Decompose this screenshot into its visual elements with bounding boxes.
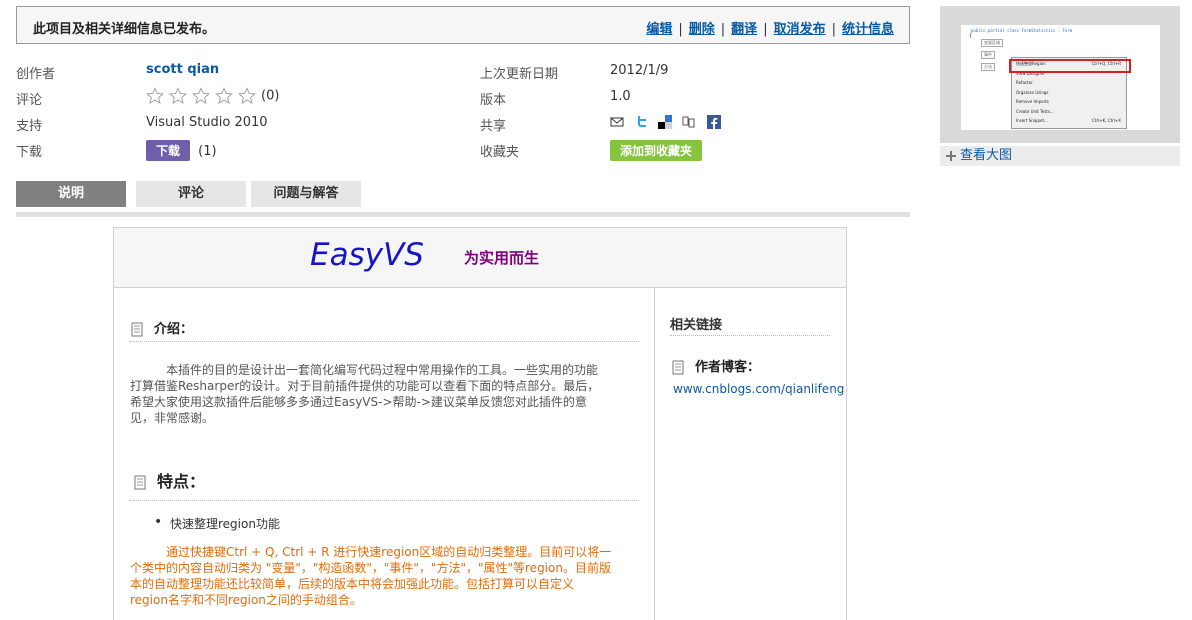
intro-title: 介绍：: [154, 322, 194, 337]
download-label: 下载: [16, 145, 43, 160]
page-icon: [672, 360, 684, 375]
download-count: (1): [198, 144, 217, 159]
description-header: EasyVS 为实用而生: [114, 228, 846, 288]
last-updated-value: 2012/1/9: [610, 63, 669, 78]
favorites-label: 收藏夹: [480, 145, 520, 160]
thumb-menu-item: Remove Imports: [1016, 99, 1123, 104]
star-group[interactable]: [146, 87, 261, 105]
brand-title: EasyVS: [310, 237, 424, 273]
thumbnail-image: public partial class FormStatistics : Fo…: [961, 25, 1160, 130]
star-icon[interactable]: [169, 87, 187, 105]
thumb-menu-label: Remove Imports: [1016, 99, 1049, 104]
thumb-brace: {: [969, 33, 973, 39]
facebook-icon[interactable]: [706, 114, 721, 129]
tab-description[interactable]: 说明: [16, 181, 126, 207]
tab-reviews[interactable]: 评论: [136, 181, 246, 207]
creator-label: 创作者: [16, 67, 56, 82]
version-value: 1.0: [610, 89, 631, 104]
thumb-menu-label: Insert Snippet...: [1016, 118, 1048, 123]
feature-line: 个类中的内容自动归类为 "变量"，"构造函数"，"事件"，"方法"，"属性"等r…: [130, 561, 611, 575]
translate-link[interactable]: 翻译: [731, 22, 757, 37]
unpublish-link[interactable]: 取消发布: [774, 22, 826, 37]
notice-actions: 编辑 | 删除 | 翻译 | 取消发布 | 统计信息: [646, 22, 894, 37]
thumb-menu-label: Organize Usings: [1016, 89, 1049, 95]
intro-line: 本插件的目的是设计出一套简化编写代码过程中常用操作的工具。一些实用的功能: [166, 363, 599, 377]
thumb-highlight-box: [1009, 59, 1131, 73]
last-updated-label: 上次更新日期: [480, 67, 559, 82]
brand-slogan: 为实用而生: [464, 249, 540, 267]
features-rule: [129, 500, 639, 501]
edit-link[interactable]: 编辑: [646, 22, 672, 37]
star-icon[interactable]: [192, 87, 210, 105]
thumb-menu-label: Refactor: [1016, 80, 1033, 85]
feature-paragraph: 通过快捷键Ctrl + Q, Ctrl + R 进行快速region区域的自动归…: [130, 544, 640, 608]
feature-line: 通过快捷键Ctrl + Q, Ctrl + R 进行快速region区域的自动归…: [166, 545, 612, 559]
intro-rule: [129, 341, 639, 342]
page-icon: [131, 322, 143, 337]
tab-qa[interactable]: 问题与解答: [251, 181, 361, 207]
star-icon[interactable]: [146, 87, 164, 105]
description-panel: EasyVS 为实用而生 介绍： 本插件的目的是设计出一套简化编写代码过程中常用…: [113, 227, 847, 620]
author-blog-heading: 作者博客：: [672, 356, 760, 375]
view-larger-label: 查看大图: [960, 148, 1013, 163]
intro-paragraph: 本插件的目的是设计出一套简化编写代码过程中常用操作的工具。一些实用的功能 打算借…: [130, 362, 640, 426]
rating-label: 评论: [16, 93, 43, 108]
features-title: 特点：: [157, 472, 206, 491]
related-rule: [670, 335, 830, 336]
publish-notice-bar: 此项目及相关详细信息已发布。 编辑 | 删除 | 翻译 | 取消发布 | 统计信息: [16, 6, 910, 44]
download-group: 下载 (1): [146, 140, 217, 161]
intro-line: 打算借鉴Resharper的设计。对于目前插件提供的功能可以查看下面的特点部分。…: [130, 379, 600, 393]
intro-line: 见，非常感谢。: [130, 411, 215, 425]
email-icon[interactable]: [610, 115, 624, 129]
thumb-region-1: 变量区域: [981, 39, 1003, 47]
thumb-region-3: 方法: [981, 63, 995, 71]
intro-heading: 介绍：: [131, 318, 193, 337]
creator-link[interactable]: scott qian: [146, 62, 219, 77]
thumb-menu-item: Create Unit Tests...: [1016, 109, 1123, 114]
version-label: 版本: [480, 93, 507, 108]
delicious-icon[interactable]: [658, 114, 673, 129]
delete-link[interactable]: 删除: [689, 22, 715, 37]
tab-divider: [16, 212, 910, 217]
twitter-icon[interactable]: [634, 115, 648, 129]
feature-line: 本的自动整理功能还比较简单，后续的版本中将会加强此功能。包括打算可以自定义: [130, 577, 575, 591]
view-larger-link[interactable]: 查看大图: [940, 146, 1180, 166]
feature-line: region名字和不同region之间的手动组合。: [130, 593, 362, 607]
screenshot-thumbnail[interactable]: public partial class FormStatistics : Fo…: [940, 6, 1180, 143]
share-label: 共享: [480, 119, 507, 134]
sidebar-divider: [654, 288, 655, 620]
add-to-favorites-button[interactable]: 添加到收藏夹: [610, 140, 703, 161]
favorites-group: 添加到收藏夹: [610, 140, 703, 161]
digg-icon[interactable]: [682, 115, 696, 129]
thumb-menu-item: Insert Snippet... Ctrl+K, Ctrl+X: [1016, 118, 1123, 123]
star-icon[interactable]: [238, 87, 256, 105]
related-links-title: 相关链接: [670, 318, 723, 333]
support-label: 支持: [16, 119, 43, 134]
statistics-link[interactable]: 统计信息: [842, 22, 894, 37]
thumb-menu-shortcut: Ctrl+K, Ctrl+X: [1092, 118, 1121, 123]
thumb-region-2: 事件: [981, 51, 995, 59]
share-icons: [610, 114, 727, 129]
features-heading: 特点：: [134, 468, 205, 492]
thumb-code-line: public partial class FormStatistics : Fo…: [971, 28, 1073, 33]
thumb-menu-label: Create Unit Tests...: [1016, 108, 1054, 114]
rating-stars[interactable]: (0): [146, 87, 279, 105]
feature-bullet: 快速整理region功能: [154, 514, 280, 532]
support-value: Visual Studio 2010: [146, 115, 268, 130]
publish-notice-text: 此项目及相关详细信息已发布。: [33, 22, 216, 37]
thumb-menu-item: Organize Usings: [1016, 90, 1123, 95]
page-icon: [134, 475, 146, 490]
star-icon[interactable]: [215, 87, 233, 105]
rating-count: (0): [261, 88, 280, 104]
download-button[interactable]: 下载: [146, 140, 191, 161]
author-blog-link[interactable]: www.cnblogs.com/qianlifeng: [673, 382, 844, 396]
author-blog-label: 作者博客：: [695, 360, 761, 375]
plus-icon: [946, 150, 956, 161]
thumb-menu-item: Refactor: [1016, 80, 1123, 85]
intro-line: 希望大家使用这款插件后能够多多通过EasyVS->帮助->建议菜单反馈您对此插件…: [130, 395, 587, 409]
